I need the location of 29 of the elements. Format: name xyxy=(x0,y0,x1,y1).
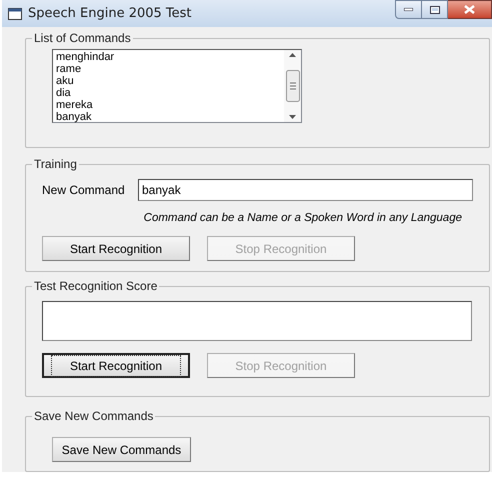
maximize-button[interactable] xyxy=(422,0,448,19)
minimize-icon xyxy=(404,8,413,11)
scrollbar[interactable] xyxy=(284,50,301,122)
action-button[interactable]: Start Recognition xyxy=(42,353,190,378)
scroll-up-icon xyxy=(289,53,296,57)
command-field[interactable]: banyak xyxy=(138,179,473,201)
list-item[interactable]: rame xyxy=(56,63,284,75)
close-icon xyxy=(464,5,475,14)
list-item[interactable]: aku xyxy=(56,75,284,87)
close-button[interactable] xyxy=(448,0,492,19)
action-button[interactable]: Start Recognition xyxy=(42,236,190,262)
command-list[interactable]: menghindar rame aku dia mereka banyak xyxy=(52,49,302,123)
group-label: List of Commands xyxy=(33,31,132,45)
hint-text: Command can be a Name or a Spoken Word in any Language xyxy=(144,211,462,226)
list-item[interactable]: dia xyxy=(56,87,284,99)
group-label: Save New Commands xyxy=(33,409,154,423)
app-icon xyxy=(8,8,22,20)
list-item[interactable]: mereka xyxy=(56,99,284,111)
action-button[interactable]: Save New Commands xyxy=(52,437,191,462)
minimize-button[interactable] xyxy=(395,0,422,19)
scroll-down-icon xyxy=(289,115,296,119)
window-title: Speech Engine 2005 Test xyxy=(28,4,192,23)
group-label: Training xyxy=(33,157,78,171)
scroll-thumb[interactable] xyxy=(286,70,300,102)
group-label: Test Recognition Score xyxy=(33,279,158,293)
list-item[interactable]: menghindar xyxy=(56,51,284,63)
field-label: New Command xyxy=(42,182,126,199)
list-item[interactable]: banyak xyxy=(56,111,284,123)
maximize-icon xyxy=(430,6,440,14)
